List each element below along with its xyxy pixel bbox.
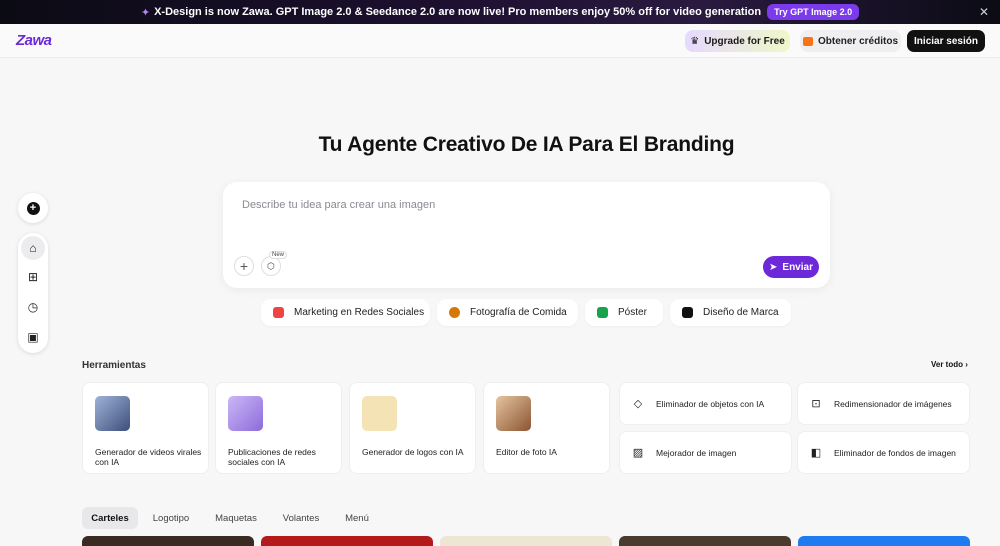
tool-card-social-posts[interactable]: Publicaciones de redes sociales con IA — [215, 382, 342, 474]
crop-icon: ⊡ — [811, 397, 821, 410]
new-badge: New — [269, 251, 288, 259]
crown-icon: ♛ — [690, 35, 700, 47]
login-button[interactable]: Iniciar sesión — [907, 30, 985, 52]
tool-label: Generador de logos con IA — [362, 447, 464, 457]
tool-card-photo-editor[interactable]: Editor de foto IA — [483, 382, 610, 474]
page-title: Tu Agente Creativo De IA Para El Brandin… — [318, 133, 735, 156]
see-all-label: Ver todo — [931, 360, 964, 369]
gallery-item[interactable] — [798, 536, 970, 546]
tool-object-remover[interactable]: ◇ Eliminador de objetos con IA — [619, 382, 792, 425]
send-icon: ➤ — [769, 261, 778, 273]
chip-label: Fotografía de Comida — [470, 307, 567, 318]
chip-label: Marketing en Redes Sociales — [294, 307, 425, 318]
social-post-thumbnail — [228, 396, 263, 431]
chip-brand-design[interactable]: Diseño de Marca — [670, 299, 791, 326]
brand-design-icon — [682, 307, 693, 318]
tool-label: Editor de foto IA — [496, 447, 557, 457]
get-credits-button[interactable]: Obtener créditos — [800, 30, 901, 52]
tab-carteles[interactable]: Carteles — [82, 507, 138, 529]
left-rail: ⌂ ⊞ ◷ ▣ — [18, 233, 48, 353]
close-icon[interactable]: ✕ — [979, 5, 989, 19]
video-thumbnail — [95, 396, 130, 431]
tab-logotipo[interactable]: Logotipo — [145, 507, 197, 529]
apps-grid-icon[interactable]: ⊞ — [21, 265, 45, 289]
tool-label: Generador de videos virales con IA — [95, 447, 202, 467]
logo[interactable]: Zawa — [16, 32, 52, 49]
tool-card-logo-generator[interactable]: Generador de logos con IA — [349, 382, 476, 474]
chip-label: Póster — [618, 307, 647, 318]
tool-label: Publicaciones de redes sociales con IA — [228, 447, 316, 467]
add-attachment-icon[interactable]: + — [234, 256, 254, 276]
send-button[interactable]: ➤ Enviar — [763, 256, 819, 278]
history-icon[interactable]: ◷ — [21, 295, 45, 319]
gallery-item[interactable] — [261, 536, 433, 546]
gallery-item[interactable] — [82, 536, 254, 546]
logo-thumbnail — [362, 396, 397, 431]
credits-label: Obtener créditos — [817, 35, 899, 47]
tool-image-resizer[interactable]: ⊡ Redimensionador de imágenes — [797, 382, 970, 425]
gallery-item[interactable] — [440, 536, 612, 546]
chevron-right-icon: › — [965, 360, 968, 369]
model-select-icon[interactable]: ⬡ — [261, 256, 281, 276]
promo-banner: ✦ X-Design is now Zawa. GPT Image 2.0 & … — [0, 0, 1000, 24]
background-remove-icon: ◧ — [810, 446, 822, 459]
chip-food-photography[interactable]: Fotografía de Comida — [437, 299, 578, 326]
plus-icon: + — [26, 201, 40, 215]
send-label: Enviar — [782, 261, 813, 273]
upgrade-label: Upgrade for Free — [704, 35, 785, 47]
chip-social-marketing[interactable]: Marketing en Redes Sociales — [261, 299, 430, 326]
social-marketing-icon — [273, 307, 284, 318]
gallery-item[interactable] — [619, 536, 791, 546]
home-icon[interactable]: ⌂ — [21, 236, 45, 260]
poster-icon — [597, 307, 608, 318]
tool-image-enhancer[interactable]: ▨ Mejorador de imagen — [619, 431, 792, 474]
see-all-link[interactable]: Ver todo › — [931, 360, 968, 369]
image-enhance-icon: ▨ — [632, 446, 644, 459]
upgrade-button[interactable]: ♛ Upgrade for Free — [685, 30, 790, 52]
tool-label: Eliminador de fondos de imagen — [834, 447, 956, 458]
prompt-box[interactable]: Describe tu idea para crear una imagen +… — [223, 182, 830, 288]
gift-icon — [802, 36, 813, 46]
chip-poster[interactable]: Póster — [585, 299, 663, 326]
tools-heading: Herramientas — [82, 360, 146, 371]
sparkle-icon: ✦ — [140, 6, 151, 19]
tool-label: Eliminador de objetos con IA — [656, 398, 765, 409]
try-gpt-image-button[interactable]: Try GPT Image 2.0 — [767, 4, 860, 20]
new-project-button[interactable]: + — [18, 193, 48, 223]
tool-background-remover[interactable]: ◧ Eliminador de fondos de imagen — [797, 431, 970, 474]
photo-editor-thumbnail — [496, 396, 531, 431]
tool-card-viral-video[interactable]: Generador de videos virales con IA — [82, 382, 209, 474]
brand-kit-icon[interactable]: ▣ — [21, 325, 45, 349]
tool-label: Redimensionador de imágenes — [834, 398, 952, 409]
tab-maquetas[interactable]: Maquetas — [208, 507, 264, 529]
chip-label: Diseño de Marca — [703, 307, 779, 318]
promo-text: X-Design is now Zawa. GPT Image 2.0 & Se… — [154, 6, 762, 18]
prompt-input[interactable]: Describe tu idea para crear una imagen — [242, 199, 435, 211]
eraser-icon: ◇ — [633, 397, 643, 410]
burger-icon — [449, 307, 460, 318]
tool-label: Mejorador de imagen — [656, 447, 737, 458]
tab-volantes[interactable]: Volantes — [276, 507, 326, 529]
tab-menu[interactable]: Menú — [338, 507, 376, 529]
top-header: Zawa ♛ Upgrade for Free Obtener créditos… — [0, 24, 1000, 58]
